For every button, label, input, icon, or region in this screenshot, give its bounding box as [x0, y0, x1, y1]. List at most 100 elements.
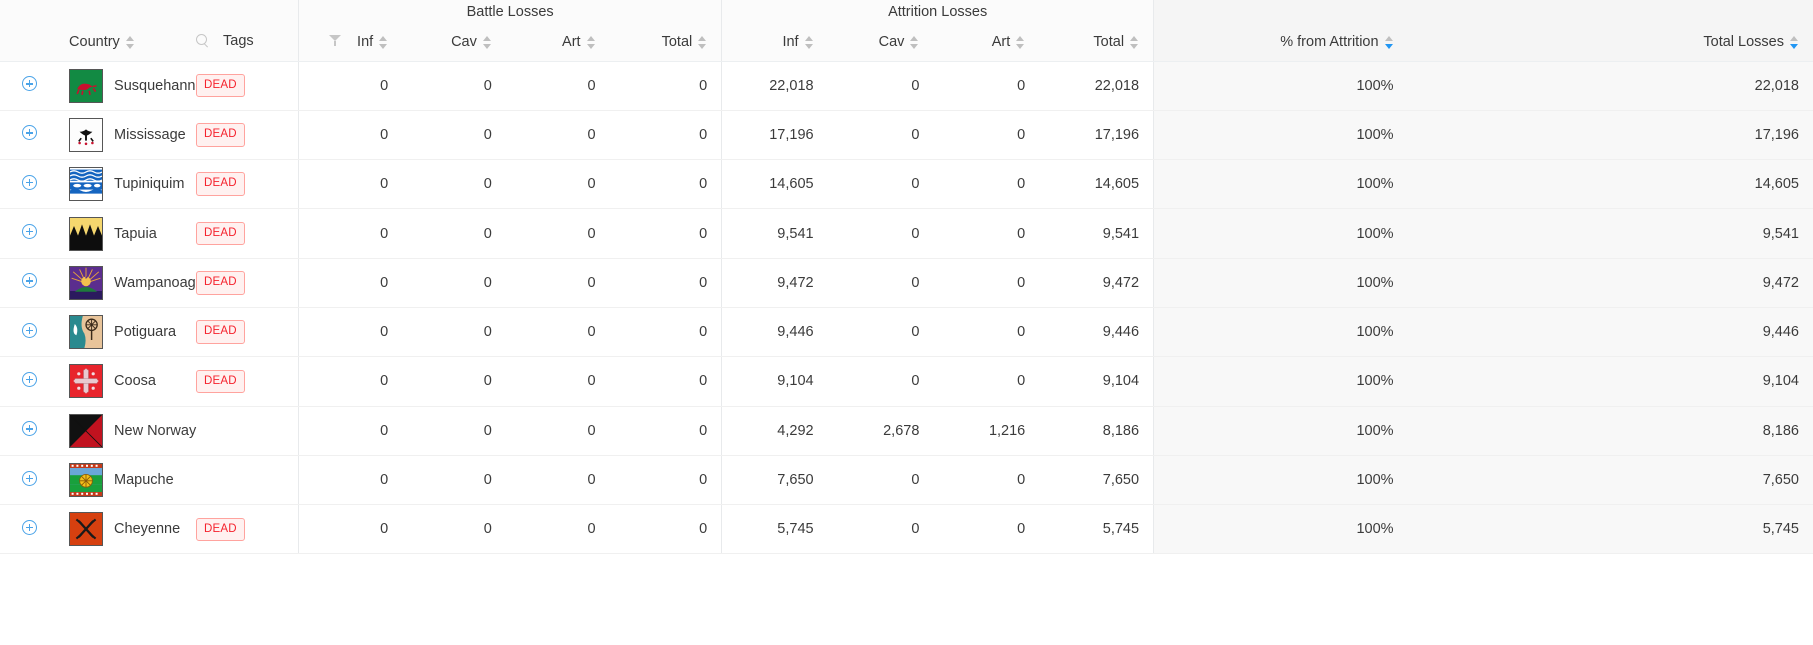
expand-plus-icon[interactable]: [22, 76, 37, 92]
col-attrition-inf-label: Inf: [782, 34, 799, 51]
col-country[interactable]: Country: [55, 24, 183, 62]
expand-cell[interactable]: [0, 208, 56, 259]
col-attrition-total-label: Total: [1093, 34, 1125, 51]
group-battle-losses: Battle Losses: [297, 0, 722, 24]
expand-cell[interactable]: [0, 61, 56, 111]
col-battle-art[interactable]: Art: [505, 24, 610, 62]
expand-plus-icon[interactable]: [22, 519, 37, 535]
country-cell[interactable]: Tapuia: [55, 208, 183, 259]
table-row[interactable]: Coosa DEAD 0 0 0 0 9,104 0 0 9,104 100% …: [0, 356, 1813, 407]
attrition-total-cell: 7,650: [1039, 455, 1154, 506]
col-attrition-total[interactable]: Total: [1039, 24, 1154, 62]
total-losses-cell: 8,186: [1407, 406, 1813, 456]
attrition-cav-cell: 0: [827, 356, 934, 407]
status-badge[interactable]: DEAD: [196, 320, 245, 344]
table-row[interactable]: Tapuia DEAD 0 0 0 0 9,541 0 0 9,541 100%…: [0, 208, 1813, 259]
sort-icon[interactable]: [1130, 35, 1139, 50]
country-name: Mapuche: [114, 472, 174, 489]
col-attrition-cav[interactable]: Cav: [827, 24, 934, 62]
country-cell[interactable]: New Norway: [55, 406, 196, 456]
expand-cell[interactable]: [0, 258, 56, 308]
table-row[interactable]: Potiguara DEAD 0 0 0 0 9,446 0 0 9,446 1…: [0, 307, 1813, 358]
total-losses-cell: 5,745: [1407, 504, 1813, 555]
country-name: Tapuia: [114, 225, 157, 242]
pct-from-attrition-cell: 100%: [1153, 208, 1408, 259]
country-cell[interactable]: Coosa: [55, 356, 183, 407]
table-row[interactable]: Mississage DEAD 0 0 0 0 17,196 0 0 17,19…: [0, 110, 1813, 161]
table-row[interactable]: Wampanoag DEAD 0 0 0 0 9,472 0 0 9,472 1…: [0, 258, 1813, 308]
sort-icon[interactable]: [125, 35, 135, 50]
sort-icon[interactable]: [379, 35, 388, 50]
expand-plus-icon[interactable]: [22, 470, 37, 486]
expand-cell[interactable]: [0, 159, 56, 210]
expand-cell[interactable]: [0, 455, 56, 506]
country-flag-icon: [69, 463, 104, 498]
attrition-cav-cell: 2,678: [827, 406, 934, 456]
col-attrition-art[interactable]: Art: [933, 24, 1040, 62]
expand-plus-icon[interactable]: [22, 322, 37, 338]
total-losses-cell: 14,605: [1407, 159, 1813, 210]
country-cell[interactable]: Cheyenne: [55, 504, 183, 555]
expand-cell[interactable]: [0, 307, 56, 358]
expand-cell[interactable]: [0, 110, 56, 161]
attrition-cav-cell: 0: [827, 208, 934, 259]
country-flag-icon: [69, 315, 104, 350]
search-icon[interactable]: [196, 33, 210, 48]
country-cell[interactable]: Mississage: [55, 110, 186, 161]
battle-cav-cell: 0: [402, 159, 506, 210]
sort-icon[interactable]: [586, 35, 596, 50]
sort-icon[interactable]: [1016, 35, 1025, 50]
col-battle-cav[interactable]: Cav: [402, 24, 506, 62]
battle-cav-cell: 0: [402, 110, 506, 161]
sort-icon[interactable]: [1384, 35, 1394, 50]
sort-icon[interactable]: [698, 35, 707, 50]
battle-art-cell: 0: [505, 504, 610, 555]
table-row[interactable]: Cheyenne DEAD 0 0 0 0 5,745 0 0 5,745 10…: [0, 504, 1813, 555]
status-badge[interactable]: DEAD: [196, 271, 245, 295]
attrition-total-cell: 9,541: [1039, 208, 1154, 259]
sort-icon[interactable]: [482, 35, 492, 50]
expand-plus-icon[interactable]: [22, 224, 37, 240]
battle-cav-cell: 0: [402, 356, 506, 407]
table-row[interactable]: Tupiniquim DEAD 0 0 0 0 14,605 0 0 14,60…: [0, 159, 1813, 210]
expand-cell[interactable]: [0, 356, 56, 407]
status-badge[interactable]: DEAD: [196, 172, 245, 196]
expand-cell[interactable]: [0, 406, 56, 456]
filter-icon[interactable]: [328, 34, 342, 47]
tags-cell: DEAD: [182, 258, 299, 308]
sort-icon[interactable]: [910, 35, 919, 50]
status-badge[interactable]: DEAD: [196, 73, 245, 98]
status-badge[interactable]: DEAD: [196, 369, 245, 394]
col-battle-total[interactable]: Total: [609, 24, 722, 62]
sort-icon-active[interactable]: [1790, 35, 1799, 50]
expand-plus-icon[interactable]: [22, 174, 37, 190]
table-row[interactable]: Susquehannock DEAD 0 0 0 0 22,018 0 0 22…: [0, 61, 1813, 111]
expand-plus-icon[interactable]: [22, 125, 37, 141]
status-badge[interactable]: DEAD: [196, 123, 245, 147]
country-cell[interactable]: Wampanoag: [55, 258, 196, 308]
attrition-cav-cell: 0: [827, 455, 934, 506]
expand-plus-icon[interactable]: [22, 371, 37, 387]
status-badge[interactable]: DEAD: [196, 517, 245, 542]
pct-from-attrition-cell: 100%: [1153, 159, 1408, 210]
country-cell[interactable]: Tupiniquim: [55, 159, 184, 210]
country-cell[interactable]: Susquehannock: [55, 61, 218, 111]
sort-icon[interactable]: [804, 35, 814, 50]
table-row[interactable]: Mapuche 0 0 0 0 7,650 0 0 7,650 100% 7,6…: [0, 455, 1813, 506]
battle-total-cell: 0: [609, 258, 722, 308]
table-row[interactable]: New Norway 0 0 0 0 4,292 2,678 1,216 8,1…: [0, 406, 1813, 456]
expand-cell[interactable]: [0, 504, 56, 555]
col-tags[interactable]: Tags: [182, 24, 341, 62]
country-cell[interactable]: Mapuche: [55, 455, 183, 506]
status-badge[interactable]: DEAD: [196, 221, 245, 246]
attrition-cav-cell: 0: [827, 307, 934, 358]
attrition-cav-cell: 0: [827, 258, 934, 308]
col-attrition-inf[interactable]: Inf: [721, 24, 828, 62]
expand-plus-icon[interactable]: [22, 273, 37, 289]
country-cell[interactable]: Potiguara: [55, 307, 183, 358]
group-blank-pct: [1153, 0, 1408, 24]
expand-plus-icon[interactable]: [22, 421, 37, 437]
col-total-losses[interactable]: Total Losses: [1407, 24, 1813, 62]
col-pct-from-attrition[interactable]: % from Attrition: [1153, 24, 1408, 62]
battle-inf-cell: 0: [297, 455, 403, 506]
